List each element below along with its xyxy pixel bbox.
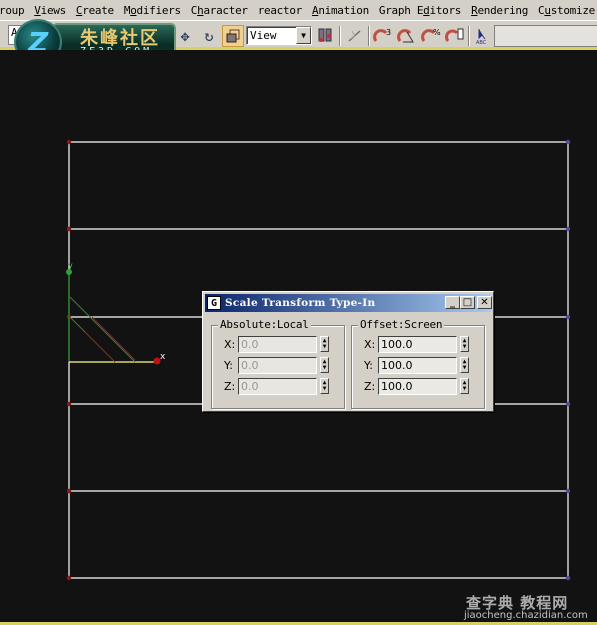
menu-create[interactable]: Create [71,4,119,17]
spinner-snap-icon[interactable] [444,25,466,47]
vertex-right[interactable] [565,401,571,407]
use-pivot-center-icon[interactable] [315,25,337,47]
menu-customize[interactable]: Customize [533,4,597,17]
absolute-local-group: Absolute:Local X: 0.0 ▲ ▼ Y: 0.0 ▲ ▼ Z: 0.… [211,318,345,409]
vertex-left[interactable] [66,575,72,581]
menu-graph-editors[interactable]: Graph Editors [374,4,466,17]
absolute-y-row: Y: 0.0 ▲ ▼ [224,356,329,374]
named-selection-set-field[interactable] [494,25,597,47]
vertex-right[interactable] [565,314,571,320]
axis-label: Z: [224,379,236,393]
offset-z-row: Z: 100.0 ▲ ▼ [364,377,469,395]
dialog-title: Scale Transform Type-In [225,297,376,309]
select-and-scale-icon[interactable] [222,25,244,47]
vertex-right[interactable] [565,226,571,232]
menu-character[interactable]: Character [186,4,253,17]
gizmo-y-label: y [68,261,73,270]
gizmo-x-label: x [160,352,166,362]
absolute-x-field[interactable]: 0.0 [238,335,317,353]
offset-x-spinner[interactable]: ▲ ▼ [460,336,469,352]
axis-label: X: [364,337,376,351]
svg-text:3: 3 [386,28,391,37]
dialog-titlebar[interactable]: G Scale Transform Type-In _ □ ✕ [205,294,492,312]
vertex-left[interactable] [66,226,72,232]
gizmo-plane-line [69,296,136,363]
absolute-local-label: Absolute:Local [218,318,311,331]
axis-label: X: [224,337,236,351]
mirror-icon[interactable] [344,25,366,47]
offset-z-spinner[interactable]: ▲ ▼ [460,378,469,394]
scale-transform-type-in-dialog: G Scale Transform Type-In _ □ ✕ Absolute… [202,291,494,412]
angle-snap-icon[interactable] [396,25,418,47]
absolute-x-row: X: 0.0 ▲ ▼ [224,335,329,353]
axis-label: Y: [224,358,233,372]
svg-text:%: % [433,28,441,37]
vertex-right[interactable] [565,575,571,581]
select-and-rotate-icon[interactable]: ↻ [198,25,220,47]
offset-x-field[interactable]: 100.0 [378,335,457,353]
menu-modifiers[interactable]: Modifiers [119,4,186,17]
absolute-z-field[interactable]: 0.0 [238,377,317,395]
gizmo-plane-line [91,316,136,361]
vertex-left[interactable] [66,488,72,494]
absolute-z-row: Z: 0.0 ▲ ▼ [224,377,329,395]
app-icon: G [207,296,221,310]
menu-reactor[interactable]: reactor [253,4,307,17]
toolbar-separator [368,26,370,46]
menu-bar: roup Views Create Modifiers Character reactor… [0,0,597,20]
toolbar-separator [468,26,470,46]
close-button[interactable]: ✕ [477,296,492,309]
reference-coordinate-value: View [250,29,277,42]
absolute-z-spinner[interactable]: ▲ ▼ [320,378,329,394]
svg-text:ABC: ABC [476,40,487,45]
offset-y-spinner[interactable]: ▲ ▼ [460,357,469,373]
menu-views[interactable]: Views [29,4,71,17]
absolute-y-spinner[interactable]: ▲ ▼ [320,357,329,373]
vertex-left[interactable] [66,401,72,407]
offset-z-field[interactable]: 100.0 [378,377,457,395]
snaps-toggle-icon[interactable]: 3 [372,25,394,47]
percent-snap-icon[interactable]: % [420,25,442,47]
gizmo-plane-line [84,331,116,363]
edit-named-selection-icon[interactable]: ABC [472,25,494,47]
watermark-url: jiaocheng.chazidian.com [464,610,588,621]
maximize-button[interactable]: □ [460,296,475,309]
offset-y-row: Y: 100.0 ▲ ▼ [364,356,469,374]
absolute-y-field[interactable]: 0.0 [238,356,317,374]
vertex-right[interactable] [565,488,571,494]
axis-label: Y: [364,358,373,372]
transform-gizmo[interactable]: y x [66,261,166,365]
offset-x-row: X: 100.0 ▲ ▼ [364,335,469,353]
menu-roup[interactable]: roup [0,4,29,17]
minimize-button[interactable]: _ [445,296,460,309]
menu-animation[interactable]: Animation [307,4,374,17]
offset-screen-group: Offset:Screen X: 100.0 ▲ ▼ Y: 100.0 ▲ ▼ Z:… [351,318,485,409]
toolbar-separator [339,26,341,46]
reference-coordinate-select[interactable]: View ▼ [246,26,312,45]
offset-screen-label: Offset:Screen [358,318,445,331]
watermark: 查字典 教程网 jiaocheng.chazidian.com [462,592,597,622]
vertex-left[interactable] [66,139,72,145]
chevron-down-icon[interactable]: ▼ [296,27,311,44]
offset-y-field[interactable]: 100.0 [378,356,457,374]
axis-label: Z: [364,379,376,393]
absolute-x-spinner[interactable]: ▲ ▼ [320,336,329,352]
menu-rendering[interactable]: Rendering [466,4,533,17]
select-and-move-icon[interactable]: ✥ [174,25,196,47]
vertex-right[interactable] [565,139,571,145]
